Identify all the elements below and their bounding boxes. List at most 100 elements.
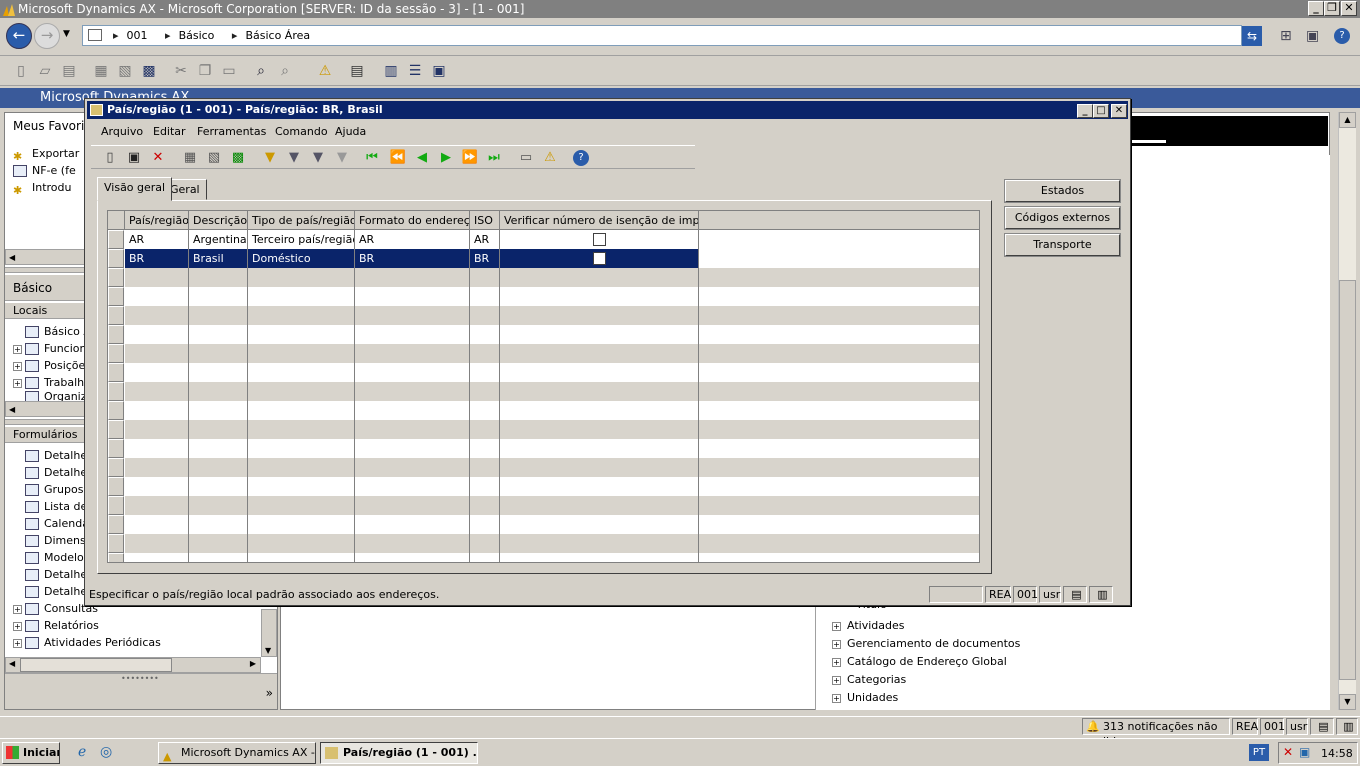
- scroll-down-icon[interactable]: ▼: [1339, 694, 1356, 710]
- empty-cell[interactable]: [500, 496, 699, 515]
- form-item[interactable]: Modelos: [13, 549, 89, 566]
- favorites-hscroll[interactable]: ◀: [5, 249, 85, 265]
- empty-cell[interactable]: [470, 344, 500, 363]
- cell-country[interactable]: BR: [125, 249, 189, 268]
- empty-cell[interactable]: [189, 534, 248, 553]
- empty-cell[interactable]: [248, 382, 355, 401]
- back-button[interactable]: ←: [6, 23, 32, 49]
- empty-cell[interactable]: [125, 458, 189, 477]
- empty-cell[interactable]: [189, 477, 248, 496]
- excel-icon[interactable]: ▩: [229, 149, 247, 167]
- menu-arquivo[interactable]: Arquivo: [101, 123, 143, 141]
- status-lock-icon[interactable]: ▤: [1063, 586, 1087, 603]
- status-db-icon[interactable]: ▥: [1336, 718, 1358, 735]
- empty-cell[interactable]: [470, 477, 500, 496]
- list-icon[interactable]: ☰: [406, 62, 424, 80]
- next-page-icon[interactable]: ⏩: [461, 149, 479, 167]
- empty-row[interactable]: [108, 306, 979, 325]
- start-button[interactable]: Iniciar: [2, 742, 60, 764]
- row-selector[interactable]: [108, 382, 124, 401]
- cell-country[interactable]: AR: [125, 230, 189, 249]
- empty-cell[interactable]: [125, 439, 189, 458]
- scroll-left-icon[interactable]: ◀: [6, 405, 15, 414]
- empty-cell[interactable]: [189, 268, 248, 287]
- empty-cell[interactable]: [500, 363, 699, 382]
- tab-visao-geral[interactable]: Visão geral: [97, 177, 173, 201]
- form-item[interactable]: Calendá: [13, 515, 89, 532]
- open-icon[interactable]: ▱: [36, 62, 54, 80]
- expand-icon[interactable]: +: [13, 344, 22, 354]
- remove-filter-icon[interactable]: ▼: [333, 149, 351, 167]
- last-record-icon[interactable]: ⏭: [485, 149, 503, 167]
- empty-cell[interactable]: [248, 477, 355, 496]
- empty-cell[interactable]: [355, 325, 470, 344]
- empty-cell[interactable]: [355, 458, 470, 477]
- empty-cell[interactable]: [125, 401, 189, 420]
- nav-vscroll[interactable]: ▼: [261, 609, 277, 657]
- empty-cell[interactable]: [189, 420, 248, 439]
- form-item[interactable]: Dimensõ: [13, 532, 89, 549]
- empty-cell[interactable]: [248, 534, 355, 553]
- browser-icon[interactable]: ◎: [100, 744, 112, 760]
- cell-format[interactable]: AR: [355, 230, 470, 249]
- locais-item[interactable]: + Posições: [13, 357, 89, 374]
- more-icon[interactable]: »: [266, 686, 273, 700]
- status-company[interactable]: 001: [1260, 718, 1285, 735]
- main-vertical-scrollbar[interactable]: ▲ ▼: [1338, 112, 1356, 710]
- favorite-item[interactable]: ✱ Exportar: [13, 145, 89, 162]
- empty-row[interactable]: [108, 515, 979, 534]
- document-icon[interactable]: ▤: [348, 62, 366, 80]
- cell-format[interactable]: BR: [355, 249, 470, 268]
- tree-item[interactable]: + Relatórios: [13, 617, 253, 634]
- empty-cell[interactable]: [500, 306, 699, 325]
- empty-cell[interactable]: [248, 344, 355, 363]
- menu-editar[interactable]: Editar: [153, 123, 186, 141]
- empty-cell[interactable]: [248, 401, 355, 420]
- language-indicator[interactable]: PT: [1249, 744, 1269, 761]
- empty-cell[interactable]: [355, 553, 470, 562]
- help-icon[interactable]: ?: [573, 150, 589, 166]
- form-maximize-button[interactable]: □: [1093, 104, 1109, 118]
- form-minimize-button[interactable]: _: [1077, 104, 1093, 118]
- empty-row[interactable]: [108, 496, 979, 515]
- print-icon[interactable]: ▦: [92, 62, 110, 80]
- empty-cell[interactable]: [125, 382, 189, 401]
- empty-cell[interactable]: [248, 325, 355, 344]
- empty-cell[interactable]: [125, 477, 189, 496]
- empty-row[interactable]: [108, 420, 979, 439]
- empty-cell[interactable]: [125, 306, 189, 325]
- alert-rule-icon[interactable]: ⚠: [541, 149, 559, 167]
- empty-cell[interactable]: [470, 287, 500, 306]
- empty-cell[interactable]: [470, 553, 500, 562]
- empty-row[interactable]: [108, 401, 979, 420]
- column-header[interactable]: Formato do endereço: [355, 211, 470, 230]
- empty-row[interactable]: [108, 534, 979, 553]
- expand-icon[interactable]: +: [13, 621, 22, 631]
- row-selector[interactable]: [108, 420, 124, 439]
- locais-hscroll[interactable]: ◀: [5, 401, 85, 417]
- codigos-externos-button[interactable]: Códigos externos: [1005, 207, 1120, 229]
- panel-icon[interactable]: ▣: [1306, 28, 1319, 44]
- empty-cell[interactable]: [125, 344, 189, 363]
- empty-cell[interactable]: [500, 553, 699, 562]
- taskbar-item-dynamics[interactable]: ▲ Microsoft Dynamics AX - ...: [158, 742, 316, 764]
- row-selector[interactable]: [108, 439, 124, 458]
- monitor-icon[interactable]: ▣: [1299, 745, 1310, 760]
- empty-cell[interactable]: [248, 439, 355, 458]
- empty-cell[interactable]: [248, 515, 355, 534]
- new-record-icon[interactable]: ▯: [101, 149, 119, 167]
- empty-cell[interactable]: [355, 268, 470, 287]
- expand-icon[interactable]: +: [13, 638, 22, 648]
- empty-cell[interactable]: [189, 553, 248, 562]
- save-icon[interactable]: ▤: [60, 62, 78, 80]
- locais-item[interactable]: + Funciona: [13, 340, 89, 357]
- row-selector[interactable]: [108, 230, 124, 249]
- column-header[interactable]: Verificar número de isenção de imposto: [500, 211, 699, 230]
- minimize-button[interactable]: _: [1308, 1, 1324, 16]
- column-header[interactable]: ISO: [470, 211, 500, 230]
- print-preview-icon[interactable]: ▧: [205, 149, 223, 167]
- transporte-button[interactable]: Transporte: [1005, 234, 1120, 256]
- empty-cell[interactable]: [500, 401, 699, 420]
- empty-row[interactable]: [108, 325, 979, 344]
- locais-item[interactable]: + Trabalho: [13, 374, 89, 391]
